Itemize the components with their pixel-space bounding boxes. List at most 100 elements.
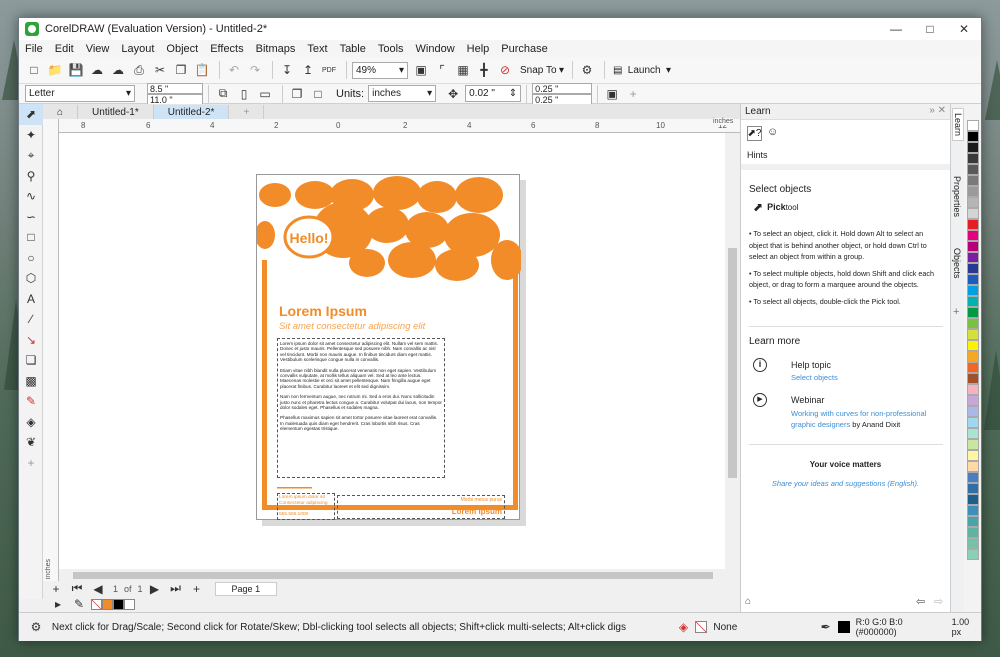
- menu-effects[interactable]: Effects: [210, 43, 243, 55]
- color-swatch[interactable]: [967, 516, 979, 527]
- drop-shadow-icon[interactable]: ❏: [19, 350, 43, 371]
- color-swatch[interactable]: [967, 230, 979, 241]
- ellipse-tool-icon[interactable]: ○: [19, 248, 43, 269]
- color-swatch[interactable]: [967, 120, 979, 131]
- last-page-icon[interactable]: ⏭: [167, 580, 185, 598]
- menu-purchase[interactable]: Purchase: [501, 43, 547, 55]
- color-swatch[interactable]: [967, 549, 979, 560]
- menu-tools[interactable]: Tools: [378, 43, 404, 55]
- freehand-tool-icon[interactable]: ∿: [19, 186, 43, 207]
- tab-untitled-2[interactable]: Untitled-2*: [153, 105, 230, 119]
- color-swatch[interactable]: [967, 351, 979, 362]
- copy-icon[interactable]: ❐: [172, 61, 190, 79]
- color-swatch[interactable]: [967, 208, 979, 219]
- pick-tool-icon[interactable]: ⬈: [19, 104, 43, 125]
- tab-properties[interactable]: Properties: [952, 172, 962, 221]
- doc-heading[interactable]: Lorem Ipsum: [279, 303, 367, 319]
- tab-learn[interactable]: Learn: [952, 108, 964, 142]
- document-page[interactable]: Hello! Lorem Ipsum Sit amet consectetur …: [255, 174, 523, 520]
- color-swatch[interactable]: [967, 131, 979, 142]
- feedback-link[interactable]: Share your ideas and suggestions (Englis…: [741, 479, 950, 488]
- help-topic-link[interactable]: Select objects: [791, 373, 838, 382]
- new-document-icon[interactable]: □: [25, 61, 43, 79]
- color-swatch[interactable]: [967, 219, 979, 230]
- menu-table[interactable]: Table: [340, 43, 366, 55]
- horizontal-ruler[interactable]: 8 6 4 2 0 2 4 6 8 10 12 14 inches: [59, 118, 740, 133]
- color-swatch[interactable]: [967, 439, 979, 450]
- apply-all-pages-icon[interactable]: ❐: [288, 85, 306, 103]
- color-swatch[interactable]: [967, 428, 979, 439]
- redo-icon[interactable]: ↷: [246, 61, 264, 79]
- doc-subheading[interactable]: Sit amet consectetur adipiscing elit: [279, 321, 425, 332]
- color-swatch[interactable]: [967, 395, 979, 406]
- color-swatch[interactable]: [967, 384, 979, 395]
- forward-arrow-icon[interactable]: ⇨: [934, 595, 943, 608]
- menu-edit[interactable]: Edit: [55, 43, 74, 55]
- crop-tool-icon[interactable]: ⌖: [19, 145, 43, 166]
- orange-swatch[interactable]: [102, 598, 113, 610]
- landscape-icon[interactable]: ▭: [256, 85, 274, 103]
- portrait-icon[interactable]: ▯: [235, 85, 253, 103]
- color-swatch[interactable]: [967, 274, 979, 285]
- menu-window[interactable]: Window: [416, 43, 455, 55]
- paper-size-dropdown[interactable]: Letter ▾: [25, 85, 135, 102]
- cloud-upload-icon[interactable]: ☁: [88, 61, 106, 79]
- hints-cursor-icon[interactable]: ⬈?: [747, 126, 762, 141]
- docker-collapse-icon[interactable]: » ✕: [929, 105, 946, 116]
- color-swatch[interactable]: [967, 505, 979, 516]
- white-swatch[interactable]: [124, 598, 135, 610]
- print-icon[interactable]: ⎙: [130, 61, 148, 79]
- page-border-icon[interactable]: ▣: [603, 85, 621, 103]
- color-swatch[interactable]: [967, 164, 979, 175]
- zoom-level-dropdown[interactable]: 49% ▾: [352, 61, 408, 79]
- color-swatch[interactable]: [967, 296, 979, 307]
- snap-to-dropdown[interactable]: Snap To ▾: [517, 62, 567, 79]
- color-swatch[interactable]: [967, 340, 979, 351]
- horizontal-scroll-thumb[interactable]: [73, 572, 713, 579]
- palette-expand-icon[interactable]: ▸: [49, 595, 67, 613]
- color-swatch[interactable]: [967, 142, 979, 153]
- tab-untitled-1[interactable]: Untitled-1*: [78, 105, 154, 119]
- next-page-icon[interactable]: ▶: [146, 580, 164, 598]
- save-icon[interactable]: 💾: [67, 61, 85, 79]
- color-swatch[interactable]: [967, 450, 979, 461]
- shape-tool-icon[interactable]: ✦: [19, 125, 43, 146]
- show-guidelines-icon[interactable]: ╋: [475, 61, 493, 79]
- undo-icon[interactable]: ↶: [225, 61, 243, 79]
- minimize-button[interactable]: —: [879, 18, 913, 40]
- all-pages-icon[interactable]: ⧉: [214, 85, 232, 103]
- color-swatch[interactable]: [967, 197, 979, 208]
- contact-text-frame[interactable]: Lorem ipsum dolor sit Consectetur adipis…: [277, 493, 335, 520]
- artistic-media-icon[interactable]: ∽: [19, 207, 43, 228]
- import-icon[interactable]: ↧: [278, 61, 296, 79]
- page-height-input[interactable]: 11.0 ": [147, 93, 203, 105]
- color-swatch[interactable]: [967, 318, 979, 329]
- menu-help[interactable]: Help: [467, 43, 490, 55]
- nudge-distance-input[interactable]: 0.02 " ⇕: [465, 85, 522, 102]
- color-swatch[interactable]: [967, 153, 979, 164]
- close-button[interactable]: ✕: [947, 18, 981, 40]
- color-swatch[interactable]: [967, 241, 979, 252]
- color-swatch[interactable]: [967, 362, 979, 373]
- color-swatch[interactable]: [967, 527, 979, 538]
- tab-page-1[interactable]: Page 1: [214, 581, 278, 596]
- color-swatch[interactable]: [967, 252, 979, 263]
- text-tool-icon[interactable]: A: [19, 289, 43, 310]
- menu-object[interactable]: Object: [166, 43, 198, 55]
- show-rulers-icon[interactable]: ⌜: [433, 61, 451, 79]
- black-swatch[interactable]: [113, 598, 124, 610]
- units-dropdown[interactable]: inches ▾: [368, 85, 437, 102]
- color-swatch[interactable]: [967, 494, 979, 505]
- menu-layout[interactable]: Layout: [121, 43, 154, 55]
- export-icon[interactable]: ↥: [299, 61, 317, 79]
- outline-pen-icon[interactable]: ✒: [817, 618, 835, 636]
- full-screen-preview-icon[interactable]: ▣: [412, 61, 430, 79]
- add-tool-icon[interactable]: +: [19, 453, 43, 474]
- color-swatch[interactable]: [967, 461, 979, 472]
- maximize-button[interactable]: □: [913, 18, 947, 40]
- menu-text[interactable]: Text: [307, 43, 327, 55]
- duplicate-x-input[interactable]: 0.25 ": [532, 82, 593, 94]
- no-color-swatch[interactable]: [91, 598, 102, 610]
- eyedropper-icon[interactable]: ✎: [70, 595, 88, 613]
- tab-objects[interactable]: Objects: [952, 244, 962, 283]
